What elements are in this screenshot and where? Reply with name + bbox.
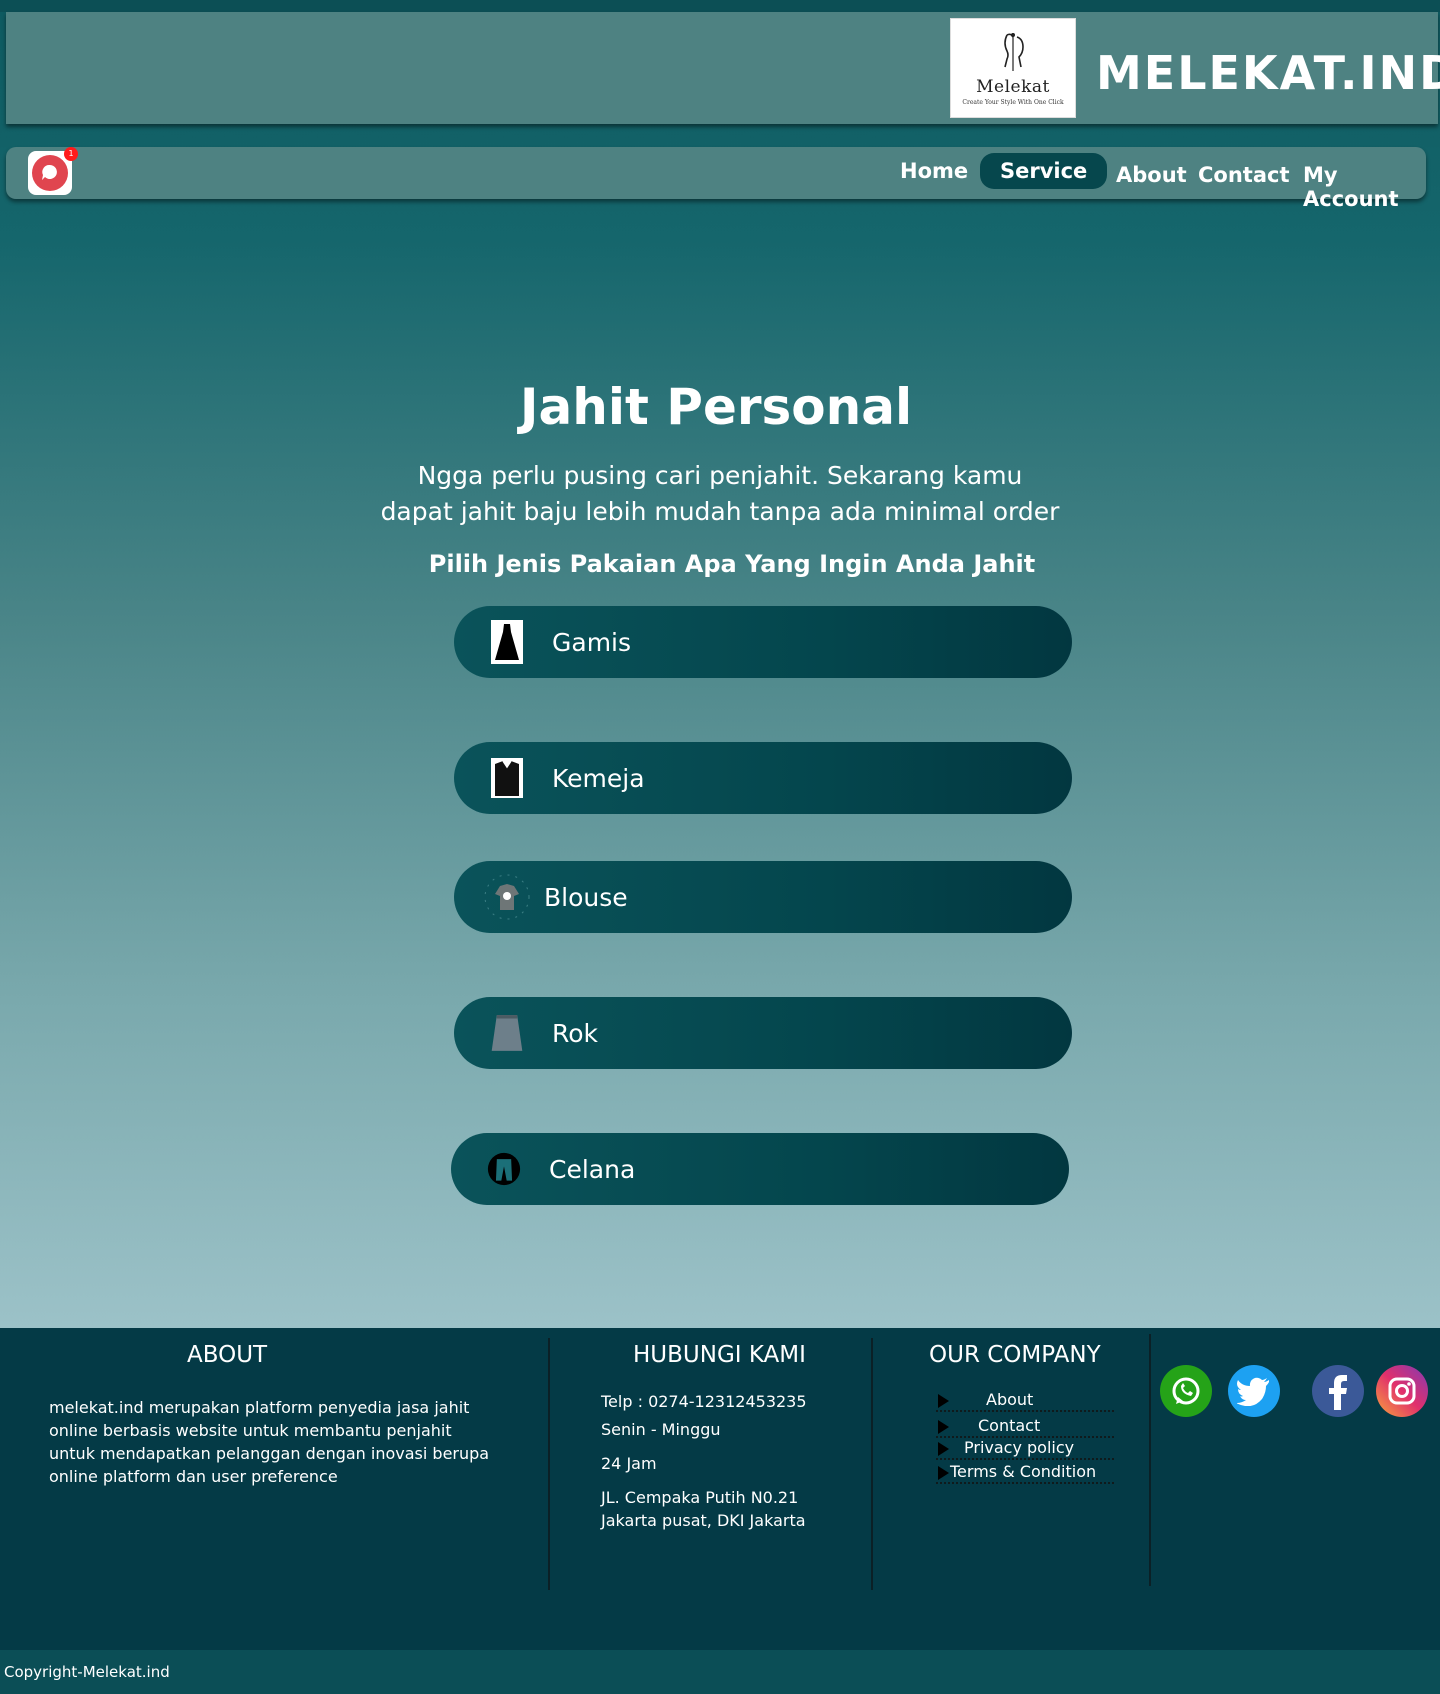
- footer-contact-heading: HUBUNGI KAMI: [633, 1342, 806, 1368]
- nav-about[interactable]: About: [1116, 163, 1187, 187]
- footer-link-label: Contact: [978, 1416, 1041, 1435]
- footer-divider: [548, 1338, 550, 1590]
- option-label: Kemeja: [552, 763, 645, 793]
- site-header: Melekat Create Your Style With One Click…: [6, 12, 1440, 124]
- contact-address-line1: JL. Cempaka Putih N0.21: [601, 1488, 799, 1507]
- option-gamis[interactable]: Gamis: [454, 606, 1072, 678]
- facebook-icon[interactable]: [1312, 1365, 1364, 1417]
- option-kemeja[interactable]: Kemeja: [454, 742, 1072, 814]
- option-label: Rok: [552, 1018, 599, 1048]
- notification-button[interactable]: 1: [28, 147, 78, 195]
- brand-logo[interactable]: Melekat Create Your Style With One Click: [950, 18, 1076, 118]
- footer-about-heading: ABOUT: [187, 1342, 268, 1368]
- logo-tagline: Create Your Style With One Click: [962, 98, 1064, 106]
- footer-link-contact[interactable]: Contact: [936, 1416, 1114, 1438]
- contact-phone: Telp : 0274-12312453235: [601, 1392, 807, 1411]
- main-nav: 1 Home Service About Contact My Account: [6, 147, 1426, 211]
- footer-link-label: Privacy policy: [964, 1438, 1075, 1457]
- whatsapp-icon[interactable]: [1160, 1365, 1212, 1417]
- footer-link-privacy[interactable]: Privacy policy: [936, 1438, 1114, 1460]
- footer-divider: [871, 1338, 873, 1590]
- footer-link-terms[interactable]: Terms & Condition: [936, 1462, 1114, 1484]
- page-subtitle: Ngga perlu pusing cari penjahit. Sekaran…: [380, 461, 1060, 526]
- chat-bubble-icon: [32, 155, 68, 191]
- footer-company-heading: OUR COMPANY: [929, 1342, 1101, 1368]
- twitter-icon[interactable]: [1228, 1365, 1280, 1417]
- blouse-icon: [482, 874, 532, 920]
- option-label: Blouse: [544, 882, 628, 912]
- option-blouse[interactable]: Blouse: [454, 861, 1072, 933]
- triangle-icon: [938, 1466, 949, 1480]
- nav-contact[interactable]: Contact: [1198, 163, 1290, 187]
- nav-service[interactable]: Service: [980, 153, 1108, 189]
- footer-about-text: melekat.ind merupakan platform penyedia …: [49, 1398, 490, 1486]
- footer-link-label: Terms & Condition: [950, 1462, 1097, 1481]
- contact-days: Senin - Minggu: [601, 1420, 721, 1439]
- option-label: Gamis: [552, 627, 632, 657]
- copyright-text: Copyright-Melekat.ind: [4, 1663, 170, 1681]
- contact-hours: 24 Jam: [601, 1454, 657, 1473]
- footer-link-about[interactable]: About: [936, 1390, 1114, 1412]
- notification-badge: 1: [64, 147, 78, 161]
- footer-link-label: About: [986, 1390, 1034, 1409]
- option-celana[interactable]: Celana: [451, 1133, 1069, 1205]
- top-strip: [0, 0, 1440, 12]
- nav-my-account[interactable]: My Account: [1303, 163, 1426, 211]
- dress-icon: [490, 620, 524, 664]
- shirt-icon: [490, 756, 524, 800]
- footer-divider: [1149, 1334, 1151, 1586]
- skirt-icon: [490, 1011, 524, 1055]
- page-title-text: Jahit Personal: [519, 378, 913, 436]
- option-label: Celana: [549, 1154, 636, 1184]
- triangle-icon: [938, 1394, 949, 1408]
- instagram-icon[interactable]: [1376, 1365, 1428, 1417]
- contact-address-line2: Jakarta pusat, DKI Jakarta: [601, 1511, 806, 1530]
- page-title: Jahit Personal: [0, 378, 1440, 436]
- triangle-icon: [938, 1442, 949, 1456]
- site-footer: ABOUT melekat.ind merupakan platform pen…: [0, 1328, 1440, 1650]
- copyright-bar: Copyright-Melekat.ind: [0, 1650, 1440, 1694]
- pants-icon: [487, 1147, 521, 1191]
- mannequin-icon: [1004, 32, 1024, 71]
- option-rok[interactable]: Rok: [454, 997, 1072, 1069]
- nav-home[interactable]: Home: [900, 159, 968, 183]
- choose-prompt: Pilih Jenis Pakaian Apa Yang Ingin Anda …: [428, 550, 1036, 578]
- brand-title[interactable]: MELEKAT.IND: [1096, 46, 1440, 100]
- logo-name: Melekat: [976, 76, 1050, 97]
- triangle-icon: [938, 1420, 949, 1434]
